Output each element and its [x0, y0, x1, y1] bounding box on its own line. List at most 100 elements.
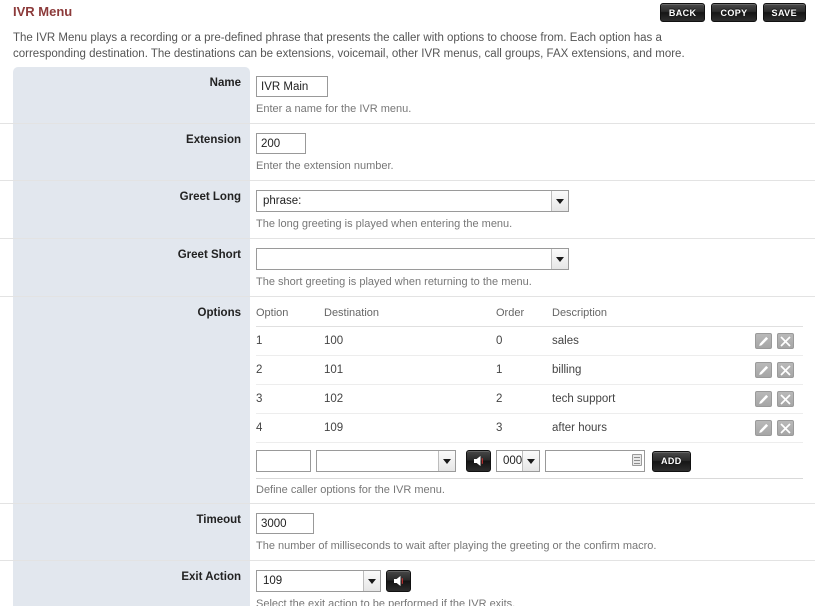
- field-extension: Enter the extension number.: [250, 124, 803, 180]
- cell-option: 3: [256, 384, 324, 414]
- cell-option: 2: [256, 355, 324, 385]
- cell-destination: 100: [324, 326, 496, 356]
- label-name: Name: [13, 67, 250, 123]
- table-row: 2 101 1 billing: [256, 355, 803, 385]
- cell-destination: 109: [324, 413, 496, 443]
- cell-order: 1: [496, 355, 552, 385]
- form-row-extension: Extension Enter the extension number.: [0, 124, 815, 181]
- options-header-row: Option Destination Order Description: [256, 306, 803, 327]
- form-row-exit-action: Exit Action 109 Select the exit action t…: [0, 561, 815, 606]
- field-greet-long: phrase: The long greeting is played when…: [250, 181, 803, 238]
- close-icon[interactable]: [777, 391, 795, 407]
- back-button[interactable]: BACK: [659, 3, 706, 22]
- edit-icon[interactable]: [755, 420, 772, 436]
- chevron-down-icon: [438, 451, 455, 471]
- ivr-form: Name Enter a name for the IVR menu. Exte…: [0, 67, 815, 606]
- page-header: IVR Menu BACK COPY SAVE: [0, 0, 815, 28]
- label-exit-action: Exit Action: [13, 561, 250, 606]
- new-description-input[interactable]: [545, 450, 645, 472]
- greet-short-select[interactable]: [256, 248, 569, 270]
- label-timeout: Timeout: [13, 504, 250, 560]
- label-greet-long: Greet Long: [13, 181, 250, 238]
- form-row-timeout: Timeout The number of milliseconds to wa…: [0, 504, 815, 561]
- close-icon[interactable]: [777, 333, 795, 349]
- field-options: Option Destination Order Description 1 1…: [250, 297, 803, 503]
- hint-greet-short: The short greeting is played when return…: [256, 276, 532, 288]
- exit-action-controls: 109: [256, 570, 803, 592]
- cell-destination: 101: [324, 355, 496, 385]
- exit-action-value: 109: [263, 575, 283, 587]
- options-table: Option Destination Order Description 1 1…: [256, 306, 803, 443]
- field-exit-action: 109 Select the exit action to be perform…: [250, 561, 803, 606]
- cell-order: 2: [496, 384, 552, 414]
- save-button[interactable]: SAVE: [762, 3, 806, 22]
- column-header-description: Description: [552, 306, 755, 327]
- new-destination-select[interactable]: [316, 450, 456, 472]
- extension-input[interactable]: [256, 133, 306, 154]
- edit-icon[interactable]: [755, 333, 772, 349]
- hint-options: Define caller options for the IVR menu.: [256, 484, 445, 496]
- hint-timeout: The number of milliseconds to wait after…: [256, 540, 657, 552]
- options-add-row: 000 ADD: [256, 443, 803, 479]
- cell-description: billing: [552, 355, 755, 385]
- new-description-wrapper: [545, 450, 645, 472]
- timeout-input[interactable]: [256, 513, 314, 534]
- copy-button[interactable]: COPY: [711, 3, 757, 22]
- cell-actions: [755, 355, 803, 385]
- greet-long-select[interactable]: phrase:: [256, 190, 569, 212]
- cell-description: tech support: [552, 384, 755, 414]
- label-greet-short: Greet Short: [13, 239, 250, 296]
- options-table-body: 1 100 0 sales 2 101 1 billing 3 102 2 te…: [256, 326, 803, 443]
- form-row-options: Options Option Destination Order Descrip…: [0, 297, 815, 504]
- new-option-input[interactable]: [256, 450, 311, 472]
- field-greet-short: The short greeting is played when return…: [250, 239, 803, 296]
- field-name: Enter a name for the IVR menu.: [250, 67, 803, 123]
- table-row: 1 100 0 sales: [256, 326, 803, 356]
- header-action-buttons: BACK COPY SAVE: [659, 3, 806, 22]
- label-extension: Extension: [13, 124, 250, 180]
- cell-actions: [755, 413, 803, 443]
- speaker-icon-button[interactable]: [386, 570, 411, 592]
- chevron-down-icon: [522, 451, 539, 471]
- cell-option: 4: [256, 413, 324, 443]
- table-row: 4 109 3 after hours: [256, 413, 803, 443]
- cell-description: sales: [552, 326, 755, 356]
- name-input[interactable]: [256, 76, 328, 97]
- label-options: Options: [13, 297, 250, 503]
- edit-icon[interactable]: [755, 391, 772, 407]
- close-icon[interactable]: [777, 362, 795, 378]
- hint-exit-action: Select the exit action to be performed i…: [256, 598, 516, 606]
- chevron-down-icon: [551, 191, 568, 211]
- edit-icon[interactable]: [755, 362, 772, 378]
- add-option-button[interactable]: ADD: [652, 450, 691, 472]
- resize-handle-icon[interactable]: [632, 454, 642, 466]
- cell-actions: [755, 384, 803, 414]
- speaker-icon: [474, 456, 483, 466]
- column-header-actions: [755, 306, 803, 327]
- form-row-greet-long: Greet Long phrase: The long greeting is …: [0, 181, 815, 239]
- new-destination-value: [317, 451, 438, 471]
- cell-description: after hours: [552, 413, 755, 443]
- ivr-menu-page: IVR Menu BACK COPY SAVE The IVR Menu pla…: [0, 0, 815, 606]
- cell-destination: 102: [324, 384, 496, 414]
- column-header-order: Order: [496, 306, 552, 327]
- page-description: The IVR Menu plays a recording or a pre-…: [13, 32, 685, 60]
- chevron-down-icon: [551, 249, 568, 269]
- cell-actions: [755, 326, 803, 356]
- column-header-option: Option: [256, 306, 324, 327]
- page-title: IVR Menu: [13, 4, 73, 19]
- field-timeout: The number of milliseconds to wait after…: [250, 504, 803, 560]
- hint-name: Enter a name for the IVR menu.: [256, 103, 412, 115]
- hint-greet-long: The long greeting is played when enterin…: [256, 218, 513, 230]
- chevron-down-icon: [363, 571, 380, 591]
- speaker-icon-button[interactable]: [466, 450, 491, 472]
- cell-option: 1: [256, 326, 324, 356]
- column-header-destination: Destination: [324, 306, 496, 327]
- form-row-name: Name Enter a name for the IVR menu.: [0, 67, 815, 124]
- table-row: 3 102 2 tech support: [256, 384, 803, 414]
- exit-action-select[interactable]: 109: [256, 570, 381, 592]
- cell-order: 3: [496, 413, 552, 443]
- new-order-select[interactable]: 000: [496, 450, 540, 472]
- cell-order: 0: [496, 326, 552, 356]
- close-icon[interactable]: [777, 420, 795, 436]
